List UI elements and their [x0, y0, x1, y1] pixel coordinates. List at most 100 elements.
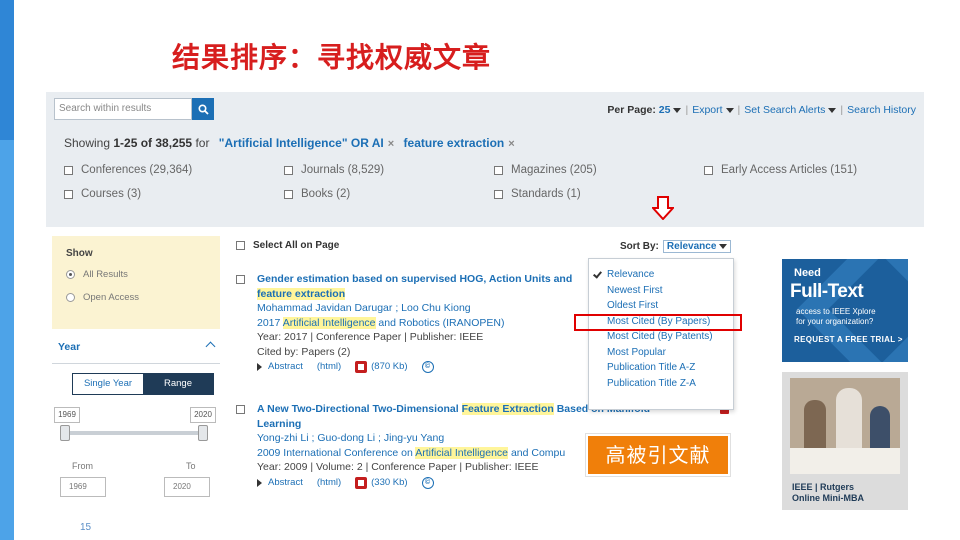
filter-label: Journals (8,529) [301, 164, 385, 176]
divider: | [840, 104, 844, 116]
abstract-toggle[interactable]: Abstract [257, 476, 303, 491]
copyright-icon[interactable]: © [421, 476, 434, 489]
callout-label: 高被引文献 [585, 433, 731, 477]
request-trial-link[interactable]: REQUEST A FREE TRIAL > [794, 335, 903, 344]
from-year-input[interactable]: 1969 [60, 477, 106, 497]
pdf-icon [355, 476, 368, 489]
ad-line: for your organization? [796, 317, 874, 326]
checkbox[interactable] [284, 165, 293, 175]
radio-label: All Results [83, 269, 128, 280]
ad-text: IEEE | Rutgers Online Mini-MBA [792, 482, 864, 504]
title-highlight: feature extraction [257, 287, 346, 300]
pdf-link[interactable]: (870 Kb) [355, 360, 408, 375]
filter-label: Early Access Articles (151) [721, 164, 858, 176]
chevron-down-icon [719, 244, 728, 249]
title-text: A New Two-Directional Two-Dimensional [257, 403, 459, 415]
query-term-feature-extraction: feature extraction [403, 136, 505, 150]
remove-term-button[interactable]: × [388, 138, 394, 150]
slide-title: 结果排序：寻找权威文章 [172, 41, 492, 74]
chevron-up-icon[interactable] [205, 341, 216, 352]
abstract-label: Abstract [268, 361, 303, 372]
sort-option-relevance[interactable]: Relevance [589, 267, 733, 283]
filter-conferences[interactable]: Conferences (29,364) [64, 164, 192, 176]
filter-journals[interactable]: Journals (8,529) [284, 164, 384, 176]
sort-option-title-za[interactable]: Publication Title Z-A [589, 376, 733, 392]
result-venue[interactable]: 2017 Artificial Intelligence and Robotic… [257, 316, 587, 331]
checkbox[interactable] [64, 165, 73, 175]
checkbox[interactable] [284, 189, 293, 199]
sort-control: Sort By: Relevance [620, 240, 732, 253]
export-menu[interactable]: Export [692, 104, 734, 116]
year-slider-track[interactable] [62, 431, 206, 435]
result-authors[interactable]: Mohammad Javidan Darugar ; Loo Chu Kiong [257, 301, 587, 316]
sort-selected-value: Relevance [666, 241, 717, 252]
results-toolbar: Search within results Per Page: 25 | Exp… [46, 92, 924, 227]
down-arrow-icon [652, 196, 674, 220]
chevron-down-icon [828, 107, 837, 113]
sort-option-oldest[interactable]: Oldest First [589, 298, 733, 314]
sort-dropdown-menu: Relevance Newest First Oldest First Most… [588, 258, 734, 410]
venue-highlight: Artificial Intelligence [415, 446, 509, 459]
per-page-control[interactable]: Per Page: 25 [607, 104, 682, 116]
full-text-ad-banner[interactable]: Need Full-Text access to IEEE Xplore for … [782, 259, 908, 362]
select-all-control[interactable]: Select All on Page [236, 240, 339, 251]
checkbox[interactable] [494, 189, 503, 199]
mba-ad-banner[interactable]: IEEE | Rutgers Online Mini-MBA [782, 372, 908, 510]
filter-courses[interactable]: Courses (3) [64, 188, 141, 200]
html-link[interactable]: (html) [317, 476, 341, 491]
filter-books[interactable]: Books (2) [284, 188, 350, 200]
radio-button[interactable] [66, 270, 75, 279]
tab-range[interactable]: Range [143, 374, 213, 394]
sort-option-title-az[interactable]: Publication Title A-Z [589, 360, 733, 376]
export-label: Export [692, 104, 723, 116]
sort-option-most-cited-patents[interactable]: Most Cited (By Patents) [589, 329, 733, 345]
photo-table [790, 448, 900, 474]
tab-single-year[interactable]: Single Year [73, 374, 143, 394]
filter-label: Magazines (205) [511, 164, 597, 176]
copyright-icon[interactable]: © [421, 361, 434, 374]
slider-handle-max[interactable] [198, 425, 208, 441]
filter-early-access[interactable]: Early Access Articles (151) [704, 164, 857, 176]
ad-line: IEEE | Rutgers [792, 482, 855, 492]
sort-select[interactable]: Relevance [662, 240, 732, 253]
slide-accent-bar [0, 0, 14, 540]
search-button[interactable] [192, 98, 214, 120]
slider-handle-min[interactable] [60, 425, 70, 441]
result-checkbox[interactable] [236, 275, 245, 284]
divider [52, 363, 220, 364]
sort-option-newest[interactable]: Newest First [589, 283, 733, 299]
filter-magazines[interactable]: Magazines (205) [494, 164, 597, 176]
search-history-link[interactable]: Search History [847, 104, 916, 116]
pdf-link[interactable]: (330 Kb) [355, 476, 408, 491]
chevron-down-icon [725, 107, 734, 113]
checkbox[interactable] [494, 165, 503, 175]
abstract-toggle[interactable]: Abstract [257, 360, 303, 375]
result-citations[interactable]: Cited by: Papers (2) [257, 345, 587, 360]
sort-option-most-popular[interactable]: Most Popular [589, 345, 733, 361]
venue-text: and Robotics (IRANOPEN) [378, 316, 505, 329]
checkbox[interactable] [236, 241, 245, 250]
result-checkbox[interactable] [236, 405, 245, 414]
html-link[interactable]: (html) [317, 360, 341, 375]
search-input[interactable]: Search within results [54, 98, 192, 120]
remove-term-button[interactable]: × [508, 138, 514, 150]
divider: | [685, 104, 689, 116]
radio-button[interactable] [66, 293, 75, 302]
title-text: Learning [257, 417, 302, 430]
year-mode-tabs: Single Year Range [72, 373, 214, 395]
result-actions: Abstract (html) (870 Kb) © [257, 360, 587, 375]
show-filter-panel: Show All Results Open Access [52, 236, 220, 329]
set-search-alerts-menu[interactable]: Set Search Alerts [744, 104, 837, 116]
filter-label: Books (2) [301, 188, 351, 200]
from-label: From [72, 461, 93, 471]
checkmark-icon [593, 269, 602, 279]
filter-standards[interactable]: Standards (1) [494, 188, 581, 200]
result-title-link[interactable]: Gender estimation based on supervised HO… [257, 272, 587, 301]
checkbox[interactable] [64, 189, 73, 199]
ad-text: Need [794, 267, 821, 279]
sort-by-label: Sort By: [620, 241, 659, 252]
to-year-input[interactable]: 2020 [164, 477, 210, 497]
checkbox[interactable] [704, 165, 713, 175]
radio-all-results[interactable]: All Results [66, 269, 206, 280]
radio-open-access[interactable]: Open Access [66, 292, 206, 303]
